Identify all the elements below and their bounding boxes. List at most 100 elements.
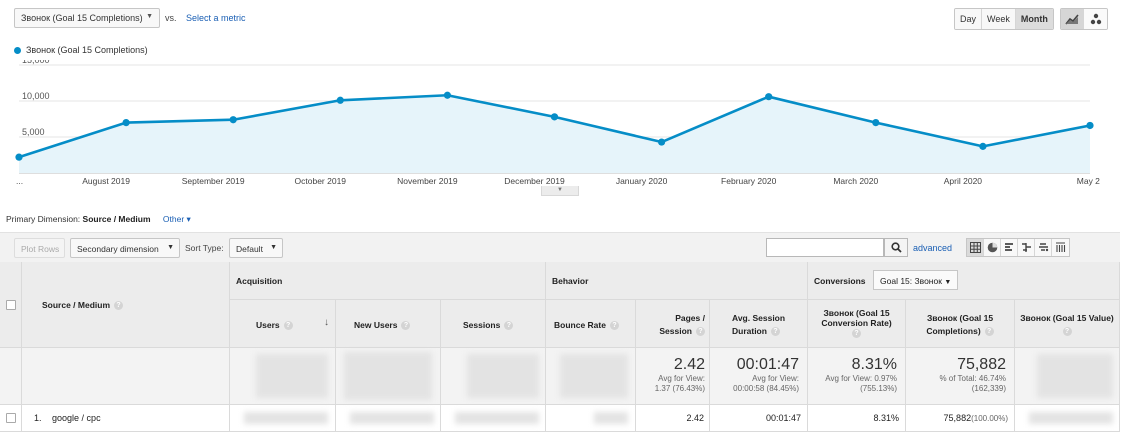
comparison-view-icon[interactable]: [1018, 239, 1035, 256]
legend-dot: [14, 46, 21, 54]
line-chart-icon[interactable]: [1061, 9, 1084, 29]
bar-view-icon[interactable]: [1001, 239, 1018, 256]
table-search-input[interactable]: [766, 238, 884, 257]
avg-session-duration-column-header[interactable]: Avg. Session Duration?: [710, 300, 808, 348]
y-tick-label: 10,000: [22, 91, 50, 101]
sort-type-label: Sort Type:: [185, 243, 224, 253]
chevron-down-icon: ▼: [167, 244, 174, 251]
select-metric-link[interactable]: Select a metric: [186, 13, 246, 23]
sessions-column-header[interactable]: Sessions?: [441, 300, 546, 348]
legend-label: Звонок (Goal 15 Completions): [26, 45, 148, 55]
conversion-rate-column-header[interactable]: Звонок (Goal 15 Conversion Rate) ?: [808, 300, 906, 348]
period-month-button[interactable]: Month: [1015, 9, 1053, 29]
row-checkbox[interactable]: [5, 413, 16, 423]
totals-bounce-rate-cell: [546, 348, 636, 405]
primary-dimension-value: Source / Medium: [82, 214, 151, 224]
chevron-down-icon: ▼: [146, 13, 153, 20]
chart-type-toggle: [1060, 8, 1108, 30]
totals-pages-session-cell: 2.42 Avg for View: 1.37 (76.43%): [636, 348, 710, 405]
new-users-column-header[interactable]: New Users?: [336, 300, 441, 348]
row-goal-value-cell: [1015, 405, 1120, 432]
pie-chart-view-icon[interactable]: [984, 239, 1001, 256]
totals-users-cell: [230, 348, 336, 405]
row-bounce-rate-cell: [546, 405, 636, 432]
chart-resize-handle[interactable]: ▼: [541, 186, 579, 196]
y-tick-label: 5,000: [22, 127, 45, 137]
y-tick-label: 15,000: [22, 60, 50, 65]
vs-label: vs.: [165, 13, 177, 23]
period-week-button[interactable]: Week: [982, 9, 1016, 29]
totals-goal-value-cell: [1015, 348, 1120, 405]
data-point: [122, 119, 130, 127]
goal-select[interactable]: Goal 15: Звонок ▼: [873, 270, 959, 290]
total-value: 2.42: [673, 356, 705, 373]
totals-conv-rate-cell: 8.31% Avg for View: 0.97% (755.13%): [808, 348, 906, 405]
plot-rows-button[interactable]: Plot Rows: [14, 238, 65, 258]
data-point: [979, 142, 987, 150]
x-tick-label: March 2020: [833, 176, 878, 186]
pages-session-column-header[interactable]: Pages / Session?: [636, 300, 710, 348]
primary-dimension-bar: Primary Dimension: Source / Medium Other…: [6, 214, 191, 225]
other-dimension-link[interactable]: Other ▾: [163, 214, 191, 224]
x-tick-label: ...: [16, 176, 23, 186]
select-all-checkbox[interactable]: [5, 299, 16, 310]
line-chart: 5,000 10,000 15,000... August 2019 September…: [15, 60, 1100, 186]
data-point: [15, 153, 23, 161]
row-pages-session-cell: 2.42: [636, 405, 710, 432]
x-tick-label: April 2020: [944, 176, 983, 186]
primary-dimension-label: Primary Dimension:: [6, 214, 81, 224]
acquisition-group-header: Acquisition: [230, 262, 546, 300]
data-point: [229, 116, 237, 124]
advanced-filter-link[interactable]: advanced: [913, 243, 952, 253]
x-tick-label: October 2019: [295, 176, 347, 186]
help-icon[interactable]: ?: [114, 301, 124, 311]
x-tick-label: January 2020: [616, 176, 668, 186]
total-value: 75,882: [957, 356, 1006, 373]
totals-avg-duration-cell: 00:01:47 Avg for View: 00:00:58 (84.45%): [710, 348, 808, 405]
row-source-link[interactable]: google / cpc: [52, 413, 101, 423]
data-point: [443, 91, 451, 99]
total-value: 00:01:47: [736, 356, 799, 373]
motion-chart-icon[interactable]: [1084, 9, 1107, 29]
data-point: [872, 119, 880, 127]
search-icon[interactable]: [884, 238, 908, 257]
x-tick-label: September 2019: [182, 176, 245, 186]
totals-label-cell: [22, 348, 230, 405]
data-point: [550, 113, 559, 121]
row-new-users-cell: [336, 405, 441, 432]
data-table-view-icon[interactable]: [967, 239, 984, 256]
data-point: [1086, 121, 1094, 130]
data-point: [765, 93, 773, 101]
select-all-cell: [0, 262, 22, 348]
period-day-button[interactable]: Day: [955, 9, 983, 29]
totals-check-cell: [0, 348, 22, 405]
row-users-cell: [230, 405, 336, 432]
chevron-down-icon: ▼: [944, 279, 952, 286]
x-tick-label: August 2019: [82, 176, 130, 186]
term-cloud-view-icon[interactable]: [1035, 239, 1052, 256]
pivot-view-icon[interactable]: [1052, 239, 1069, 256]
source-medium-header[interactable]: Source / Medium?: [22, 262, 230, 348]
period-toggle: Day Week Month: [954, 8, 1054, 30]
sort-arrow-down-icon: ↓: [324, 317, 329, 328]
metric-select-label: Звонок (Goal 15 Completions): [21, 13, 143, 23]
x-tick-label: November 2019: [397, 176, 458, 186]
goal-value-column-header[interactable]: Звонок (Goal 15 Value) ?: [1015, 300, 1120, 348]
chart-legend: Звонок (Goal 15 Completions): [14, 45, 148, 55]
row-sessions-cell: [441, 405, 546, 432]
behavior-group-header: Behavior: [546, 262, 808, 300]
row-conv-rate-cell: 8.31%: [808, 405, 906, 432]
totals-completions-cell: 75,882 % of Total: 46.74% (162,339): [906, 348, 1015, 405]
row-completions-cell: 75,882(100.00%): [906, 405, 1015, 432]
goal-completions-column-header[interactable]: Звонок (Goal 15 Completions)?: [906, 300, 1015, 348]
table-toolbar: Plot Rows Secondary dimension ▼ Sort Typ…: [0, 232, 1120, 262]
table-row: 1. google / cpc: [22, 405, 230, 432]
row-avg-duration-cell: 00:01:47: [710, 405, 808, 432]
x-tick-label: May 2...: [1077, 176, 1100, 186]
sort-type-select[interactable]: Default ▼: [229, 238, 283, 258]
bounce-rate-column-header[interactable]: Bounce Rate?: [546, 300, 636, 348]
secondary-dimension-select[interactable]: Secondary dimension ▼: [70, 238, 180, 258]
totals-sessions-cell: [441, 348, 546, 405]
metric-select[interactable]: Звонок (Goal 15 Completions) ▼: [14, 8, 160, 28]
users-column-header[interactable]: Users? ↓: [230, 300, 336, 348]
